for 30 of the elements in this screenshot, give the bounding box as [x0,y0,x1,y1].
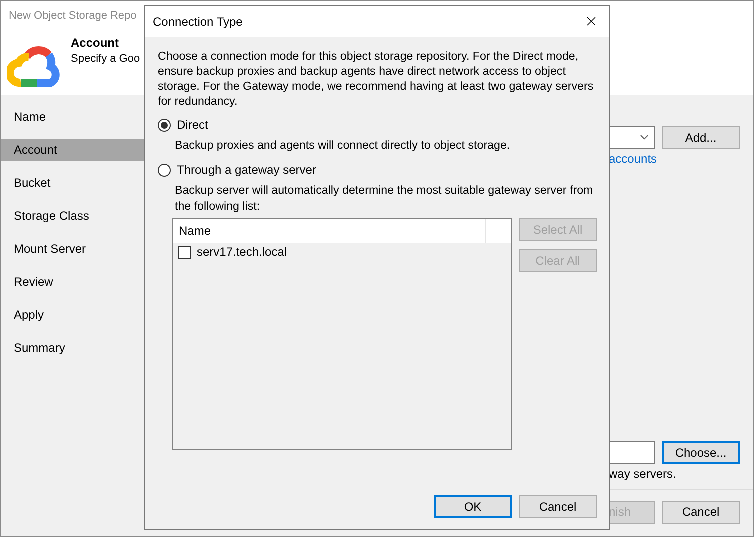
wizard-step[interactable]: Storage Class [1,205,146,227]
wizard-step[interactable]: Summary [1,337,146,359]
server-name: serv17.tech.local [197,245,288,259]
radio-button[interactable] [158,118,171,132]
gateway-field[interactable] [609,441,655,464]
wizard-button[interactable]: Cancel [662,500,740,524]
mode-hint: Backup proxies and agents will connect directly to object storage. [175,138,512,154]
step-title: Account [71,36,120,50]
mode-hint: Backup server will automatically determine the most suitable gateway server from the following list: [175,183,594,215]
checkbox[interactable] [178,246,191,258]
accounts-link[interactable]: accounts [609,152,740,166]
add-button[interactable]: Add... [662,126,740,149]
step-subtitle: Specify a Goo [71,53,140,65]
radio-label[interactable]: Through a gateway server [177,163,316,177]
wizard-step[interactable]: Mount Server [1,238,146,260]
account-dropdown[interactable] [609,126,655,149]
dialog-button[interactable]: OK [434,495,512,518]
gateway-note: way servers. [609,467,678,481]
radio-label[interactable]: Direct [177,118,208,132]
choose-button[interactable]: Choose... [662,441,740,464]
wizard-step[interactable]: Name [1,106,146,128]
dialog-button[interactable]: Cancel [519,495,597,518]
wizard-step[interactable]: Review [1,271,146,293]
dialog-title: Connection Type [153,14,243,28]
wizard-step[interactable]: Apply [1,304,146,326]
window-title: New Object Storage Repo [9,10,137,22]
wizard-step[interactable]: Bucket [1,172,146,194]
dialog-description: Choose a connection mode for this object storage repository. For the Direct mode, ensure backup proxies and backup agents have direct network access to object storage. For the Gateway mode, we recommend having at least two gateway servers for redundancy. [158,49,595,109]
radio-button[interactable] [158,164,171,176]
wizard-step[interactable]: Account [1,139,146,161]
